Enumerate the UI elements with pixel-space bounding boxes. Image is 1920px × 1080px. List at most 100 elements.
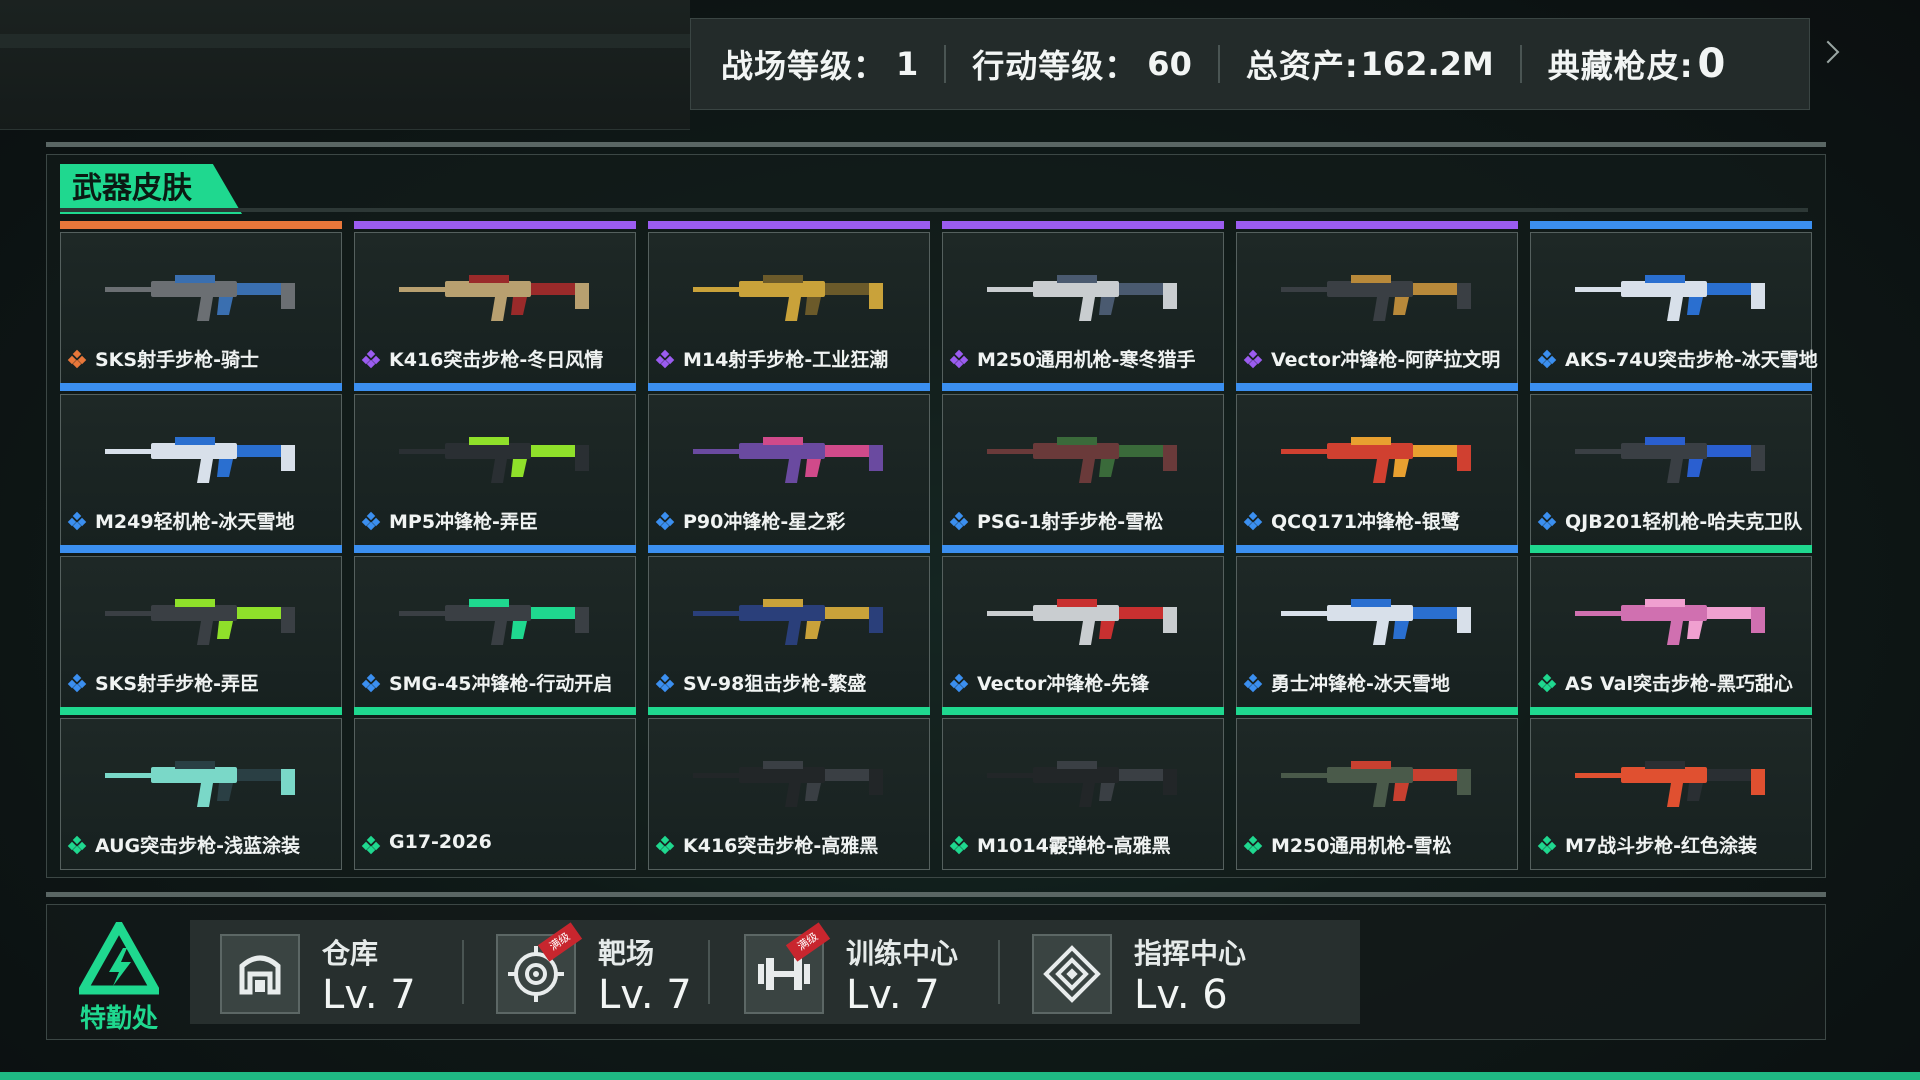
- rarity-bar: [354, 707, 636, 715]
- rarity-bar: [354, 383, 636, 391]
- skin-card[interactable]: MP5冲锋枪-弄臣: [354, 383, 636, 546]
- rarity-bar: [1530, 545, 1812, 553]
- skin-name: P90冲锋枪-星之彩: [683, 511, 846, 533]
- skin-card[interactable]: AKS-74U突击步枪-冰天雪地: [1530, 221, 1818, 384]
- facility-training-center[interactable]: 满级 训练中心 Lv. 7: [714, 920, 994, 1024]
- skin-card[interactable]: P90冲锋枪-星之彩: [648, 383, 930, 546]
- divider: [998, 940, 1000, 1004]
- skin-card[interactable]: PSG-1射手步枪-雪松: [942, 383, 1224, 546]
- skin-card[interactable]: K416突击步枪-高雅黑: [648, 707, 930, 870]
- rarity-bar: [354, 221, 636, 229]
- skin-card[interactable]: Vector冲锋枪-阿萨拉文明: [1236, 221, 1518, 384]
- weapon-image: [987, 599, 1177, 645]
- skin-card[interactable]: SKS射手步枪-骑士: [60, 221, 342, 384]
- rarity-gem-icon: [361, 511, 381, 531]
- skin-card[interactable]: SKS射手步枪-弄臣: [60, 545, 342, 708]
- skin-card[interactable]: QJB201轻机枪-哈夫克卫队: [1530, 383, 1812, 546]
- facility-title: 靶场: [598, 937, 655, 970]
- facility-command-center[interactable]: 指挥中心 Lv. 6: [1002, 920, 1342, 1024]
- weapon-image: [1575, 437, 1765, 483]
- skin-card[interactable]: SV-98狙击步枪-繁盛: [648, 545, 930, 708]
- skin-card[interactable]: SMG-45冲锋枪-行动开启: [354, 545, 636, 708]
- skin-card[interactable]: M250通用机枪-寒冬猎手: [942, 221, 1224, 384]
- rarity-gem-icon: [655, 511, 675, 531]
- skin-name: QCQ171冲锋枪-银鹭: [1271, 511, 1460, 533]
- rarity-gem-icon: [361, 673, 381, 693]
- weapon-image: [399, 599, 589, 645]
- skin-name: AUG突击步枪-浅蓝涂装: [95, 835, 301, 857]
- skin-card[interactable]: 勇士冲锋枪-冰天雪地: [1236, 545, 1518, 708]
- rarity-bar: [60, 707, 342, 715]
- stat-label: 行动等级：: [972, 47, 1138, 85]
- rarity-bar: [1530, 707, 1812, 715]
- rarity-gem-icon: [67, 349, 87, 369]
- weapon-image: [1281, 275, 1471, 321]
- rarity-gem-icon: [67, 835, 87, 855]
- facility-level: Lv. 7: [846, 972, 940, 1018]
- skin-card[interactable]: K416突击步枪-冬日风情: [354, 221, 636, 384]
- skin-name: 勇士冲锋枪-冰天雪地: [1271, 673, 1450, 695]
- panel-title-underline: [60, 208, 1808, 212]
- rarity-gem-icon: [949, 511, 969, 531]
- skin-card[interactable]: AS Val突击步枪-黑巧甜心: [1530, 545, 1812, 708]
- facility-shooting-range[interactable]: 满级 靶场 Lv. 7: [466, 920, 706, 1024]
- stat-total-assets: 总资产: 162.2M: [1246, 41, 1494, 87]
- rarity-bar: [648, 383, 930, 391]
- skin-card[interactable]: M250通用机枪-雪松: [1236, 707, 1518, 870]
- stat-label: 战场等级：: [721, 47, 887, 85]
- rarity-bar: [648, 221, 930, 229]
- stat-value: 60: [1147, 45, 1192, 83]
- rarity-gem-icon: [67, 511, 87, 531]
- skin-card[interactable]: Vector冲锋枪-先锋: [942, 545, 1224, 708]
- skin-name: M250通用机枪-寒冬猎手: [977, 349, 1196, 371]
- rarity-gem-icon: [67, 673, 87, 693]
- facility-bar: 仓库 Lv. 7 满级 靶场 Lv. 7 满级 训练中心 Lv. 7 指挥中心 …: [190, 920, 1360, 1024]
- skin-name: K416突击步枪-高雅黑: [683, 835, 879, 857]
- rarity-bar: [1236, 707, 1518, 715]
- rarity-gem-icon: [1537, 673, 1557, 693]
- rarity-bar: [354, 545, 636, 553]
- player-stats-bar: 战场等级： 1 行动等级： 60 总资产: 162.2M 典藏枪皮: 0: [690, 18, 1810, 110]
- facility-warehouse[interactable]: 仓库 Lv. 7: [190, 920, 460, 1024]
- command-icon: [1032, 934, 1112, 1014]
- skin-card[interactable]: G17-2026: [354, 707, 636, 870]
- rarity-bar: [1530, 383, 1812, 391]
- facility-title: 指挥中心: [1134, 937, 1247, 970]
- top-left-decoration: [0, 0, 690, 130]
- rarity-bar: [648, 707, 930, 715]
- skin-name: M249轻机枪-冰天雪地: [95, 511, 295, 533]
- rarity-gem-icon: [361, 835, 381, 855]
- weapon-image: [693, 599, 883, 645]
- facility-level: Lv. 7: [322, 972, 416, 1018]
- skin-name: Vector冲锋枪-阿萨拉文明: [1271, 349, 1501, 371]
- rarity-bar: [942, 221, 1224, 229]
- weapon-image: [1281, 599, 1471, 645]
- skin-name: SKS射手步枪-弄臣: [95, 673, 259, 695]
- weapon-image: [1281, 437, 1471, 483]
- facility-level: Lv. 6: [1134, 972, 1228, 1018]
- rarity-bar: [1236, 383, 1518, 391]
- weapon-image: [1575, 761, 1765, 807]
- rarity-bar: [648, 545, 930, 553]
- skin-name: M250通用机枪-雪松: [1271, 835, 1452, 857]
- facility-title: 训练中心: [846, 937, 959, 970]
- skin-card[interactable]: QCQ171冲锋枪-银鹭: [1236, 383, 1518, 546]
- rarity-gem-icon: [949, 349, 969, 369]
- skin-card[interactable]: M249轻机枪-冰天雪地: [60, 383, 342, 546]
- weapon-image: [1575, 599, 1765, 645]
- stat-label: 总资产:: [1245, 47, 1359, 85]
- rarity-bar: [942, 383, 1224, 391]
- skin-card[interactable]: M7战斗步枪-红色涂装: [1530, 707, 1812, 870]
- skin-card[interactable]: M14射手步枪-工业狂潮: [648, 221, 930, 384]
- weapon-image: [399, 275, 589, 321]
- bottom-accent-line: [0, 1072, 1920, 1080]
- logo-label: 特勤处: [79, 1004, 158, 1034]
- skin-card[interactable]: AUG突击步枪-浅蓝涂装: [60, 707, 342, 870]
- special-ops-logo[interactable]: 特勤处: [74, 922, 164, 1034]
- rarity-bar: [1530, 221, 1812, 229]
- divider: [708, 940, 710, 1004]
- skin-name: PSG-1射手步枪-雪松: [977, 511, 1164, 533]
- rarity-gem-icon: [1243, 511, 1263, 531]
- skin-card[interactable]: M1014霰弹枪-高雅黑: [942, 707, 1224, 870]
- skin-name: Vector冲锋枪-先锋: [977, 673, 1150, 695]
